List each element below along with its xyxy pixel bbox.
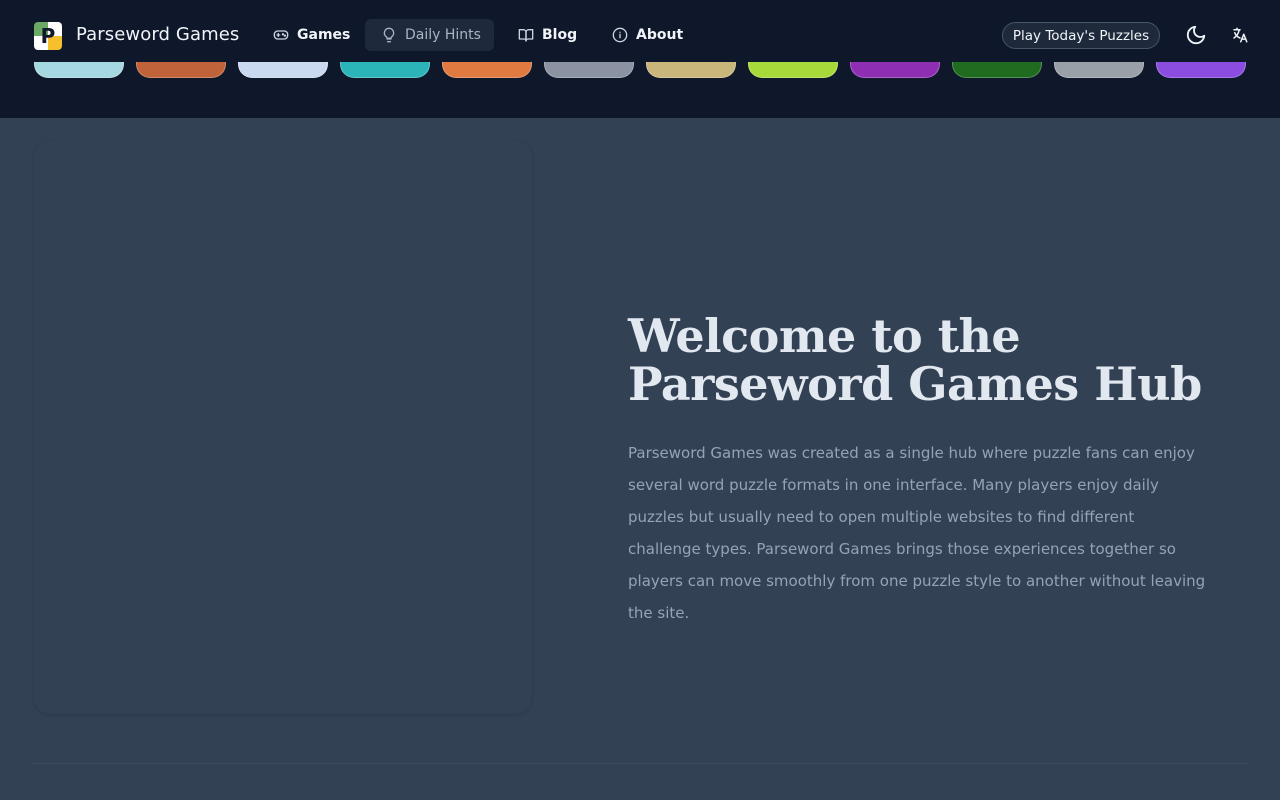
play-todays-puzzles-button[interactable]: Play Today's Puzzles (1002, 22, 1160, 49)
translate-icon (1233, 27, 1248, 43)
top-nav-bar: P Parseword Games Games Daily Hints Blog… (0, 0, 1280, 70)
logo-letter: P (40, 24, 56, 48)
game-thumbnail[interactable] (442, 62, 532, 78)
game-thumbnail[interactable] (1156, 62, 1246, 78)
site-header: P Parseword Games Games Daily Hints Blog… (0, 0, 1280, 118)
game-thumbnail-strip (0, 62, 1280, 80)
game-thumbnail[interactable] (136, 62, 226, 78)
nav-blog[interactable]: Blog (510, 19, 585, 51)
hero-title: Welcome to the Parseword Games Hub (628, 312, 1228, 408)
nav-daily-hints-label: Daily Hints (405, 27, 481, 43)
hero-title-line-2: Parseword Games Hub (628, 357, 1202, 411)
theme-toggle-button[interactable] (1183, 22, 1209, 48)
nav-about[interactable]: About (604, 19, 691, 51)
game-thumbnail[interactable] (1054, 62, 1144, 78)
game-thumbnail[interactable] (340, 62, 430, 78)
game-thumbnail[interactable] (238, 62, 328, 78)
nav-blog-label: Blog (542, 27, 578, 43)
nav-games-label: Games (297, 27, 351, 43)
info-icon (612, 27, 628, 43)
section-divider (32, 763, 1248, 764)
book-open-icon (518, 29, 534, 42)
nav-about-label: About (636, 27, 684, 43)
game-thumbnail[interactable] (646, 62, 736, 78)
game-thumbnail[interactable] (952, 62, 1042, 78)
game-thumbnail[interactable] (34, 62, 124, 78)
hero-image-card (34, 140, 532, 714)
lightbulb-icon (383, 27, 395, 43)
hero-title-line-1: Welcome to the (628, 309, 1021, 363)
logo-icon[interactable]: P (34, 22, 62, 50)
hero-paragraph: Parseword Games was created as a single … (628, 444, 1206, 622)
language-button[interactable] (1227, 22, 1253, 48)
gamepad-icon (273, 30, 289, 40)
moon-icon (1186, 25, 1206, 45)
nav-games[interactable]: Games (265, 19, 358, 51)
game-thumbnail[interactable] (544, 62, 634, 78)
nav-daily-hints[interactable]: Daily Hints (365, 19, 494, 51)
brand-name[interactable]: Parseword Games (76, 24, 239, 45)
game-thumbnail[interactable] (748, 62, 838, 78)
game-thumbnail[interactable] (850, 62, 940, 78)
